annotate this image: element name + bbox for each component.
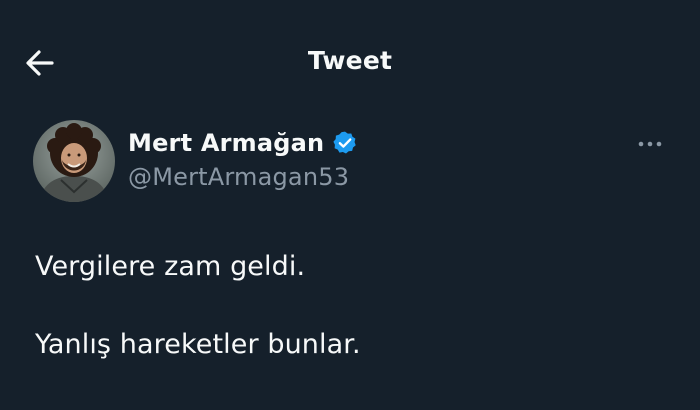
tweet-text: Vergilere zam geldi. Yanlış hareketler b…: [35, 246, 675, 366]
verified-badge-icon: [332, 130, 358, 156]
tweet-line: Yanlış hareketler bunlar.: [35, 329, 361, 360]
tweet-detail-page: Tweet Mert Armağan @MertArmagan53 Vergil…: [0, 0, 700, 410]
more-horizontal-icon: [638, 141, 662, 147]
avatar-photo: [33, 120, 115, 202]
avatar[interactable]: [33, 120, 115, 202]
user-handle[interactable]: @MertArmagan53: [128, 163, 358, 191]
page-title: Tweet: [307, 46, 393, 75]
display-name[interactable]: Mert Armağan: [128, 129, 324, 157]
author-info[interactable]: Mert Armağan @MertArmagan53: [128, 125, 358, 191]
top-bar: Tweet: [0, 36, 700, 90]
more-options-button[interactable]: [630, 130, 670, 158]
display-name-row: Mert Armağan: [128, 125, 358, 161]
tweet-line: Vergilere zam geldi.: [35, 251, 306, 282]
